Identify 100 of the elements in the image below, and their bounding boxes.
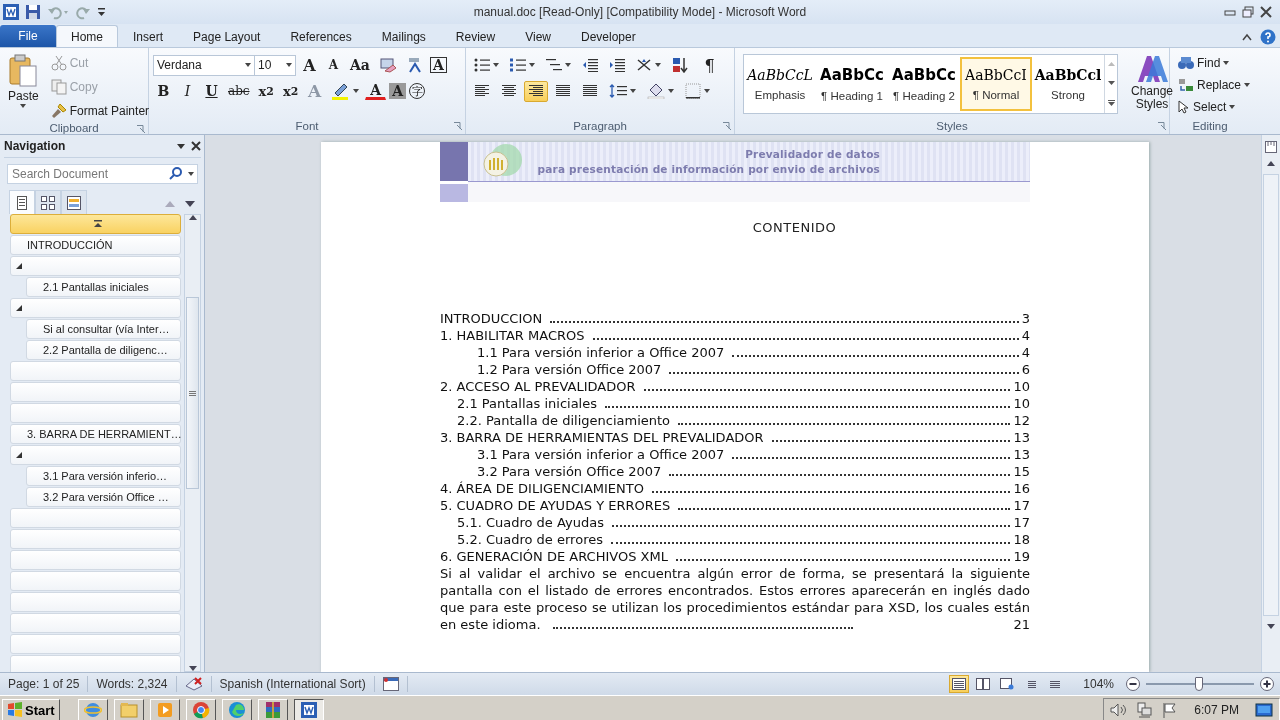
heading-item[interactable]: 3.2 Para versión Office …: [26, 487, 181, 507]
expanded-icon[interactable]: [16, 305, 22, 311]
zoom-level[interactable]: 104%: [1083, 677, 1114, 691]
toc-entry[interactable]: 5.2. Cuadro de errores: [457, 531, 603, 548]
start-button[interactable]: Start: [2, 699, 60, 720]
search-icon[interactable]: [169, 167, 182, 180]
close-icon[interactable]: [1260, 6, 1272, 18]
grow-button[interactable]: A: [299, 54, 320, 76]
help-icon[interactable]: [1260, 29, 1276, 45]
speaker-icon[interactable]: [1110, 703, 1127, 717]
toc-entry[interactable]: 5. CUADRO DE AYUDAS Y ERRORES: [440, 497, 671, 514]
border-button[interactable]: A: [429, 57, 447, 73]
word-icon[interactable]: [299, 701, 318, 719]
pane-menu-icon[interactable]: [177, 143, 185, 149]
heading-item[interactable]: 2.2 Pantalla de diligenc…: [26, 340, 181, 360]
expanded-icon[interactable]: [16, 452, 22, 458]
style-option[interactable]: AaBbCcL Emphasis: [744, 57, 816, 111]
dialog-launcher-icon[interactable]: [723, 122, 731, 130]
toc-entry[interactable]: 2.1 Pantallas iniciales: [457, 395, 597, 412]
save-icon[interactable]: [25, 4, 41, 20]
page-count[interactable]: Page: 1 of 25: [0, 676, 89, 692]
zoom-out-icon[interactable]: [1126, 677, 1140, 691]
style-option[interactable]: AaBbCc ¶ Heading 2: [888, 57, 960, 111]
desktop-icon[interactable]: [1255, 702, 1273, 718]
paste-button[interactable]: Paste: [4, 52, 43, 121]
expanded-icon[interactable]: [16, 263, 22, 269]
case-button[interactable]: Aa: [347, 54, 373, 76]
style-option[interactable]: AaBbCc ¶ Heading 1: [816, 57, 888, 111]
search-field[interactable]: Search Document: [7, 164, 198, 184]
ribbon-tab[interactable]: View: [510, 25, 566, 47]
toc-entry[interactable]: INTRODUCCION: [440, 310, 543, 327]
scroll-down-icon[interactable]: [1267, 624, 1275, 629]
ribbon-tab[interactable]: Review: [440, 25, 511, 47]
language-status[interactable]: Spanish (International Sort): [211, 676, 375, 692]
proofing-icon[interactable]: [184, 677, 203, 691]
toc-entry[interactable]: 1.2 Para versión Office 2007: [477, 361, 662, 378]
strike-button[interactable]: abc: [225, 80, 253, 102]
ribbon-tab[interactable]: Insert: [118, 25, 179, 47]
toc-entry[interactable]: 3. BARRA DE HERRAMIENTAS DEL PREVALIDADOR: [440, 429, 764, 446]
dialog-launcher-icon[interactable]: [454, 122, 462, 130]
heading-item[interactable]: INTRODUCCIÓN: [10, 235, 181, 255]
font-size-field[interactable]: 10: [254, 54, 296, 76]
file-tab[interactable]: File: [0, 25, 56, 47]
scrollbar[interactable]: [184, 214, 201, 672]
view-button[interactable]: [949, 675, 970, 693]
ribbon-tab[interactable]: Home: [56, 25, 118, 47]
scroll-down-icon[interactable]: [1107, 81, 1115, 85]
restore-icon[interactable]: [1242, 6, 1254, 18]
slider-thumb[interactable]: [1195, 677, 1203, 691]
view-tab[interactable]: [35, 190, 61, 214]
font-name-field[interactable]: Verdana: [153, 54, 255, 76]
ribbon-tab[interactable]: Developer: [565, 25, 651, 47]
customize-icon[interactable]: [97, 5, 107, 19]
toc-entry[interactable]: 3.2 Para versión Office 2007: [477, 463, 662, 480]
macro-icon[interactable]: [382, 677, 399, 691]
heading-item[interactable]: 3. BARRA DE HERRAMIENT…: [10, 424, 181, 444]
word-icon[interactable]: [3, 4, 19, 20]
toc-entry[interactable]: 2. ACCESO AL PREVALIDADOR: [440, 378, 636, 395]
collapse-ribbon-icon[interactable]: [1242, 33, 1252, 41]
more-icon[interactable]: [1107, 99, 1115, 106]
toc-entry[interactable]: 4. ÁREA DE DILIGENCIAMIENTO: [440, 480, 644, 497]
painter-button[interactable]: Format Painter: [46, 100, 154, 121]
network-icon[interactable]: [1136, 702, 1153, 718]
toc-entry[interactable]: 2.2. Pantalla de diligenciamiento: [457, 412, 671, 429]
view-tab[interactable]: [61, 190, 87, 214]
chrome-icon[interactable]: [191, 701, 210, 719]
toc-entry[interactable]: 1.1 Para versión inferior a Office 2007: [477, 344, 725, 361]
dialog-launcher-icon[interactable]: [1158, 122, 1166, 130]
bold-button[interactable]: B: [153, 80, 174, 102]
shading-button[interactable]: A: [389, 83, 407, 99]
scroll-up-icon[interactable]: [1267, 161, 1275, 166]
ribbon-tab[interactable]: Mailings: [366, 25, 441, 47]
archive-icon[interactable]: [263, 701, 282, 719]
flag-icon[interactable]: [1162, 702, 1179, 718]
dialog-launcher-icon[interactable]: [137, 125, 145, 133]
show-marks-button[interactable]: ¶: [699, 54, 720, 76]
scroll-up-icon[interactable]: [188, 215, 197, 220]
heading-item[interactable]: 3.1 Para versión inferio…: [26, 466, 181, 486]
style-option[interactable]: AaBbCcI ¶ Normal: [960, 57, 1032, 111]
scrollbar[interactable]: [1261, 135, 1280, 672]
word-count[interactable]: Words: 2,324: [88, 676, 177, 692]
italic-button[interactable]: I: [177, 80, 198, 102]
close-icon[interactable]: [191, 141, 201, 151]
heading-item[interactable]: Si al consultar (vía Inter…: [26, 319, 181, 339]
heading-item[interactable]: 2.1 Pantallas iniciales: [26, 277, 181, 297]
next-icon[interactable]: [185, 201, 195, 207]
underline-button[interactable]: U: [201, 80, 222, 102]
ribbon-tab[interactable]: Page Layout: [178, 25, 276, 47]
color-button[interactable]: A: [365, 82, 387, 100]
toc-entry[interactable]: 3.1 Para versión inferior a Office 2007: [477, 446, 725, 463]
ruler-icon[interactable]: [1265, 141, 1277, 153]
zoom-in-icon[interactable]: [1260, 677, 1274, 691]
toc-entry[interactable]: 6. GENERACIÓN DE ARCHIVOS XML: [440, 548, 668, 565]
shrink-button[interactable]: A: [323, 54, 344, 76]
toc-entry[interactable]: 5.1. Cuadro de Ayudas: [457, 514, 604, 531]
view-tab[interactable]: [9, 190, 35, 214]
align-button[interactable]: [524, 80, 548, 102]
style-option[interactable]: AaBbCcl Strong: [1032, 57, 1104, 111]
taskbar-button[interactable]: [293, 699, 324, 720]
toc-entry[interactable]: 1. HABILITAR MACROS: [440, 327, 585, 344]
